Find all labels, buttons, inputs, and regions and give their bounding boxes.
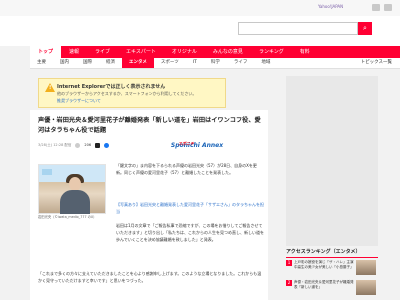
topics-list-link[interactable]: トピックス一覧 [361, 58, 392, 68]
ranking-list: 1 上戸彩の娘役を演じ「ザ・ハレ」主演中高生の美少女が美しい「小島藤子」 2 声… [286, 260, 378, 300]
ranking-item[interactable]: 1 上戸彩の娘役を演じ「ザ・ハレ」主演中高生の美少女が美しい「小島藤子」 [286, 260, 378, 277]
sidebar: アクセスランキング（エンタメ） 1 上戸彩の娘役を演じ「ザ・ハレ」主演中高生の美… [286, 76, 378, 300]
banner-link[interactable]: 推奨ブラウザーについて [57, 98, 101, 104]
photo-link[interactable]: 【写真あり】岩田光央と離婚発表した愛河里花子「サザエさん」のタラちゃんを担当 [116, 201, 264, 215]
menu-icon[interactable] [384, 4, 392, 11]
banner-title: Internet Explorerでは正しく表示されません [57, 84, 166, 90]
nav-item-expert[interactable]: エキスパート [118, 46, 164, 58]
source-logo[interactable]: スポニチ Sponichi Annex [170, 137, 224, 154]
subnav-item-region[interactable]: 地域 [254, 58, 277, 68]
photo-background [42, 169, 52, 175]
subnav-item-science[interactable]: 科学 [204, 58, 227, 68]
photo-face [69, 177, 81, 191]
subnav-item-sports[interactable]: スポーツ [154, 58, 186, 68]
ranking-number: 1 [286, 260, 292, 266]
article-headline: 声優・岩田光央＆愛河里花子が離婚発表「新しい道を」岩田はイワンコフ役、愛河はタラ… [38, 117, 261, 134]
comment-count[interactable]: 206 [84, 143, 91, 147]
x-share-icon[interactable] [95, 142, 101, 148]
nav-item-opinions[interactable]: みんなの意見 [205, 46, 251, 58]
facebook-share-icon[interactable] [104, 142, 110, 148]
subnav-item-it[interactable]: IT [186, 58, 204, 68]
article-photo[interactable] [38, 164, 106, 214]
article-date: 3/28(土) 12:28 配信 [38, 142, 72, 147]
subnav-item-international[interactable]: 国際 [76, 58, 99, 68]
sub-nav: 主要 国内 国際 経済 エンタメ スポーツ IT 科学 ライフ 地域 トピックス… [30, 58, 400, 69]
nav-item-paid[interactable]: 有料 [292, 46, 318, 58]
photo-credit: 岩田光央（©iwata_medio_777 のX） [38, 215, 97, 219]
bell-icon[interactable] [372, 4, 380, 11]
subnav-item-life[interactable]: ライフ [227, 58, 255, 68]
ranking-thumbnail [356, 280, 376, 295]
nav-item-ranking[interactable]: ランキング [251, 46, 292, 58]
nav-item-original[interactable]: オリジナル [164, 46, 205, 58]
ranking-number: 2 [286, 280, 292, 286]
subnav-item-main[interactable]: 主要 [30, 58, 53, 68]
subnav-item-entertainment[interactable]: エンタメ [122, 58, 154, 68]
search-input[interactable] [238, 22, 358, 35]
ranking-divider [286, 257, 378, 258]
banner-subtitle: 他のブラウザーからアクセスするか、スマートフォンから利用してください。 [57, 91, 197, 96]
nav-item-breaking[interactable]: 速報 [61, 46, 87, 58]
ranking-item[interactable]: 2 声優・岩田光央＆愛河里花子が離婚発表「新しい道を」 [286, 280, 378, 297]
article-paragraph-3: 「これまで多くの方々に支えていただきましたことを心より感謝申し上げます。このよう… [38, 271, 262, 284]
article-paragraph-1: 「鍵文字の」ま内容を下るられる声優の岩田光央（57）が28日、自身のXを更新。同… [116, 163, 257, 176]
source-logo-prefix: スポニチ [178, 141, 194, 146]
ranking-text: 声優・岩田光央＆愛河里花子が離婚発表「新しい道を」 [294, 280, 354, 289]
photo-body [60, 190, 90, 214]
header: ⌕ [0, 16, 400, 46]
comment-icon[interactable] [75, 142, 81, 148]
browser-warning-banner: ! Internet Explorerでは正しく表示されません 他のブラウザーか… [38, 78, 226, 108]
yahoo-logo[interactable]: Yahoo!JAPAN [318, 4, 343, 9]
ranking-thumbnail [356, 260, 376, 275]
search-button[interactable]: ⌕ [358, 22, 372, 35]
warning-mark: ! [49, 85, 52, 91]
subnav-item-economy[interactable]: 経済 [99, 58, 122, 68]
main-nav: トップ 速報 ライブ エキスパート オリジナル みんなの意見 ランキング 有料 [30, 46, 400, 58]
ranking-text: 上戸彩の娘役を演じ「ザ・ハレ」主演中高生の美少女が美しい「小島藤子」 [294, 260, 354, 269]
article-meta: 3/28(土) 12:28 配信 206 [38, 141, 110, 149]
nav-item-live[interactable]: ライブ [87, 46, 118, 58]
nav-item-top[interactable]: トップ [30, 46, 62, 58]
top-strip: Yahoo!JAPAN [0, 0, 400, 16]
subnav-item-domestic[interactable]: 国内 [53, 58, 76, 68]
article: 声優・岩田光央＆愛河里花子が離婚発表「新しい道を」岩田はイワンコフ役、愛河はタラ… [30, 110, 268, 300]
sidebar-ad[interactable] [286, 76, 378, 246]
article-paragraph-2: 岩田は1月の文章で「ご報告私事で恐縮ですが、この場をお借りしてご報告させていただ… [116, 223, 264, 243]
page-margin [0, 46, 30, 300]
search-icon: ⌕ [363, 24, 367, 32]
